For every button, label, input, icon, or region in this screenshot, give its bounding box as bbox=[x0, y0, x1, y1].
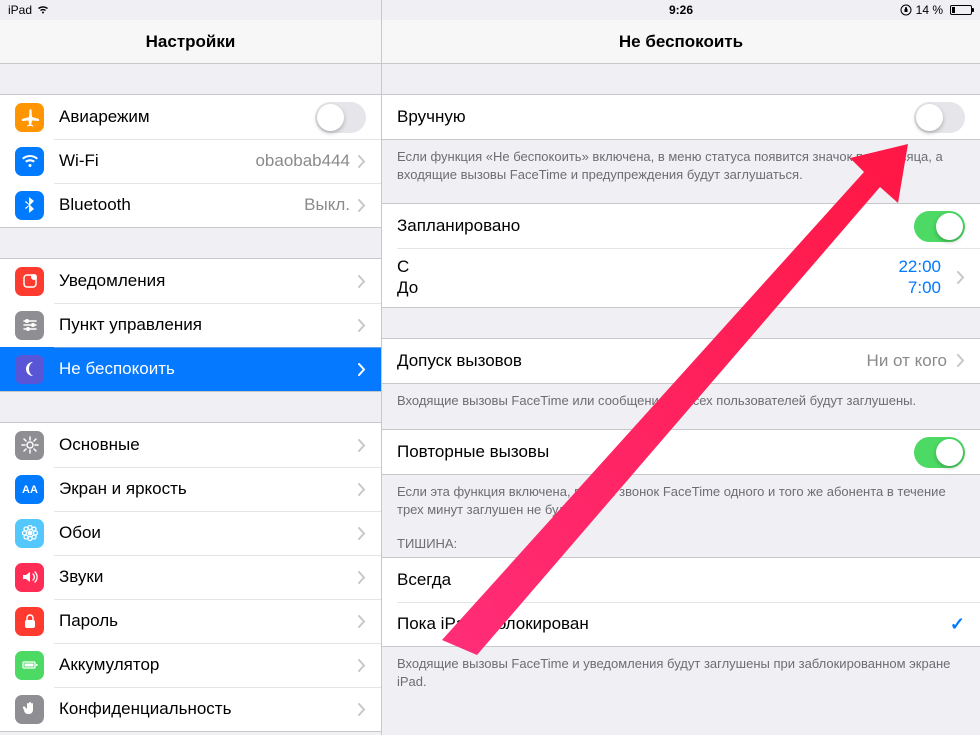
sidebar-item-display[interactable]: AA Экран и яркость bbox=[0, 467, 381, 511]
chevron-right-icon bbox=[957, 271, 965, 284]
repeated-calls-toggle[interactable] bbox=[914, 437, 965, 468]
lock-icon bbox=[15, 607, 44, 636]
sidebar-item-label: Экран и яркость bbox=[59, 479, 350, 499]
sidebar-item-label: Обои bbox=[59, 523, 350, 543]
chevron-right-icon bbox=[957, 354, 965, 367]
bluetooth-value: Выкл. bbox=[304, 195, 350, 215]
sidebar-item-notifications[interactable]: Уведомления bbox=[0, 259, 381, 303]
chevron-right-icon bbox=[358, 275, 366, 288]
manual-toggle[interactable] bbox=[914, 102, 965, 133]
sidebar-item-battery[interactable]: Аккумулятор bbox=[0, 643, 381, 687]
orientation-lock-icon bbox=[900, 4, 912, 16]
moon-icon bbox=[15, 355, 44, 384]
chevron-right-icon bbox=[358, 483, 366, 496]
scheduled-label: Запланировано bbox=[397, 216, 914, 236]
silence-footer: Входящие вызовы FaceTime и уведомления б… bbox=[382, 647, 980, 690]
repeated-calls-row[interactable]: Повторные вызовы bbox=[382, 430, 980, 474]
allow-footer: Входящие вызовы FaceTime или сообщения о… bbox=[382, 384, 980, 410]
chevron-right-icon bbox=[358, 615, 366, 628]
wifi-icon bbox=[15, 147, 44, 176]
manual-footer: Если функция «Не беспокоить» включена, в… bbox=[382, 140, 980, 183]
manual-label: Вручную bbox=[397, 107, 914, 127]
silence-option-label: Всегда bbox=[397, 570, 965, 590]
svg-text:AA: AA bbox=[22, 484, 38, 496]
checkmark-icon: ✓ bbox=[950, 614, 965, 635]
notifications-icon bbox=[15, 267, 44, 296]
battery-percent: 14 % bbox=[916, 3, 943, 17]
airplane-icon bbox=[15, 103, 44, 132]
silence-option-label: Пока iPad заблокирован bbox=[397, 614, 950, 634]
airplane-toggle[interactable] bbox=[315, 102, 366, 133]
controls-icon bbox=[15, 311, 44, 340]
sidebar-item-wallpaper[interactable]: Обои bbox=[0, 511, 381, 555]
repeated-footer: Если эта функция включена, второй звонок… bbox=[382, 475, 980, 518]
sidebar-item-general[interactable]: Основные bbox=[0, 423, 381, 467]
chevron-right-icon bbox=[358, 199, 366, 212]
sidebar-item-label: Звуки bbox=[59, 567, 350, 587]
chevron-right-icon bbox=[358, 155, 366, 168]
sidebar-item-label: Wi-Fi bbox=[59, 151, 255, 171]
schedule-from-label: С bbox=[397, 256, 418, 277]
right-pane-title: Не беспокоить bbox=[382, 20, 980, 64]
sidebar-item-wifi[interactable]: Wi-Fiobaobab444 bbox=[0, 139, 381, 183]
flower-icon bbox=[15, 519, 44, 548]
sidebar-item-label: Аккумулятор bbox=[59, 655, 350, 675]
chevron-right-icon bbox=[358, 439, 366, 452]
silence-option-1[interactable]: Пока iPad заблокирован✓ bbox=[382, 602, 980, 646]
wifi-signal-icon bbox=[36, 3, 50, 17]
sidebar-item-label: Не беспокоить bbox=[59, 359, 350, 379]
scheduled-row[interactable]: Запланировано bbox=[382, 204, 980, 248]
hand-icon bbox=[15, 695, 44, 724]
status-bar-left: iPad bbox=[0, 0, 381, 20]
sidebar-item-label: Авиарежим bbox=[59, 107, 315, 127]
status-bar-right: 9:26 14 % bbox=[382, 0, 980, 20]
wifi-value: obaobab444 bbox=[255, 151, 350, 171]
schedule-from-value: 22:00 bbox=[898, 256, 941, 277]
sidebar-item-passcode[interactable]: Пароль bbox=[0, 599, 381, 643]
chevron-right-icon bbox=[358, 703, 366, 716]
chevron-right-icon bbox=[358, 659, 366, 672]
sidebar-item-privacy[interactable]: Конфиденциальность bbox=[0, 687, 381, 731]
battery-icon bbox=[947, 5, 972, 15]
speaker-icon bbox=[15, 563, 44, 592]
schedule-to-label: До bbox=[397, 277, 418, 298]
scheduled-toggle[interactable] bbox=[914, 211, 965, 242]
sidebar-item-airplane[interactable]: Авиарежим bbox=[0, 95, 381, 139]
allow-calls-label: Допуск вызовов bbox=[397, 351, 867, 371]
sidebar-item-label: Уведомления bbox=[59, 271, 350, 291]
sidebar-item-label: Пароль bbox=[59, 611, 350, 631]
allow-calls-value: Ни от кого bbox=[867, 351, 947, 371]
clock: 9:26 bbox=[669, 3, 693, 17]
aa-icon: AA bbox=[15, 475, 44, 504]
left-pane-title: Настройки bbox=[0, 20, 381, 64]
sidebar-item-controlcenter[interactable]: Пункт управления bbox=[0, 303, 381, 347]
sidebar-item-label: Конфиденциальность bbox=[59, 699, 350, 719]
gear-icon bbox=[15, 431, 44, 460]
sidebar-item-bluetooth[interactable]: BluetoothВыкл. bbox=[0, 183, 381, 227]
sidebar-item-sounds[interactable]: Звуки bbox=[0, 555, 381, 599]
silence-option-0[interactable]: Всегда bbox=[382, 558, 980, 602]
bluetooth-icon bbox=[15, 191, 44, 220]
sidebar-item-dnd[interactable]: Не беспокоить bbox=[0, 347, 381, 391]
sidebar-item-label: Пункт управления bbox=[59, 315, 350, 335]
sidebar-item-label: Bluetooth bbox=[59, 195, 304, 215]
chevron-right-icon bbox=[358, 363, 366, 376]
chevron-right-icon bbox=[358, 571, 366, 584]
battery-icon bbox=[15, 651, 44, 680]
schedule-to-value: 7:00 bbox=[898, 277, 941, 298]
chevron-right-icon bbox=[358, 527, 366, 540]
schedule-time-row[interactable]: С До 22:00 7:00 bbox=[382, 248, 980, 307]
repeated-calls-label: Повторные вызовы bbox=[397, 442, 914, 462]
manual-row[interactable]: Вручную bbox=[382, 95, 980, 139]
silence-section-header: ТИШИНА: bbox=[382, 518, 980, 557]
chevron-right-icon bbox=[358, 319, 366, 332]
sidebar-item-label: Основные bbox=[59, 435, 350, 455]
device-name: iPad bbox=[8, 3, 32, 17]
allow-calls-row[interactable]: Допуск вызовов Ни от кого bbox=[382, 339, 980, 383]
